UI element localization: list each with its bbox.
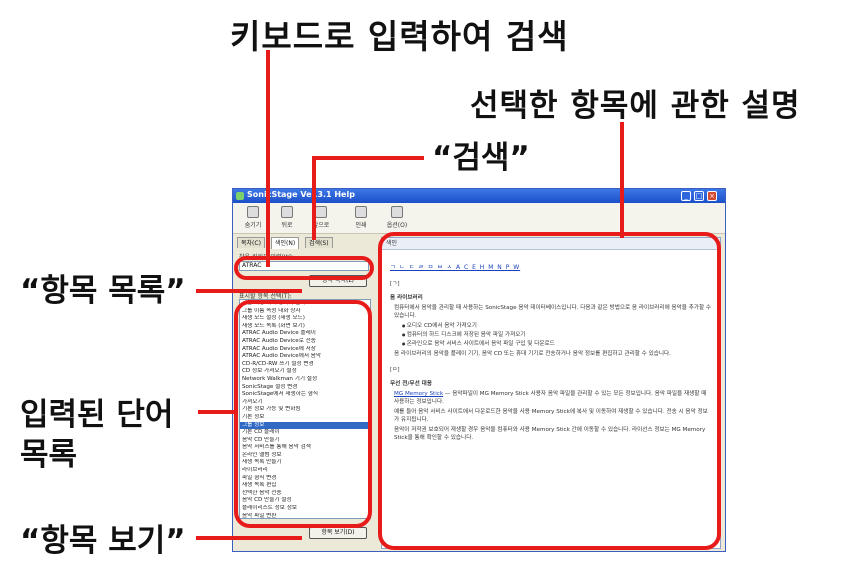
close-button[interactable]: × <box>707 191 717 201</box>
print-button[interactable]: 인쇄 <box>347 206 375 229</box>
caption-item-description: 선택한 항목에 관한 설명 <box>470 88 801 124</box>
back-label: 뒤로 <box>281 222 293 229</box>
tab-contents[interactable]: 목차(C) <box>237 237 265 248</box>
callout-box-topic-pane <box>378 232 721 550</box>
caption-view-item: “항목 보기” <box>20 523 186 559</box>
options-label: 옵션(O) <box>386 222 408 229</box>
callout-box-keyword-input <box>234 256 374 280</box>
caption-item-list: “항목 목록” <box>20 273 186 309</box>
maximize-button[interactable]: □ <box>694 191 704 201</box>
options-icon <box>391 206 403 218</box>
print-icon <box>355 206 367 218</box>
callout-line-search-v <box>312 156 316 240</box>
caption-search-by-keyboard: 키보드로 입력하여 검색 <box>230 17 569 56</box>
toolbar: 숨기기 뒤로 앞으로 인쇄 옵션(O) <box>233 203 725 234</box>
title-bar[interactable]: SonicStage Ver.3.1 Help _ □ × <box>233 189 725 203</box>
callout-line-word-list <box>198 410 236 414</box>
tab-index[interactable]: 색인(N) <box>271 237 300 249</box>
hide-button[interactable]: 숨기기 <box>239 206 267 229</box>
print-label: 인쇄 <box>355 222 367 229</box>
app-icon <box>236 192 244 200</box>
callout-line-keyboard <box>266 50 270 267</box>
forward-icon <box>315 206 327 218</box>
callout-box-word-list <box>234 300 372 528</box>
back-icon <box>281 206 293 218</box>
callout-line-item-list <box>196 289 302 293</box>
callout-line-search-h <box>312 156 424 160</box>
tab-search[interactable]: 검색(S) <box>305 237 333 248</box>
minimize-button[interactable]: _ <box>681 191 691 201</box>
callout-line-view-item <box>196 536 302 540</box>
view-item-button[interactable]: 항목 보기(D) <box>309 527 367 539</box>
callout-line-description <box>620 122 624 238</box>
options-button[interactable]: 옵션(O) <box>383 206 411 229</box>
caption-entered-words-list: 입력된 단어 목록 <box>20 397 174 473</box>
nav-tabs: 목차(C) 색인(N) 검색(S) <box>237 237 375 249</box>
hide-icon <box>247 206 259 218</box>
hide-label: 숨기기 <box>244 222 262 229</box>
caption-search: “검색” <box>432 140 530 176</box>
window-title: SonicStage Ver.3.1 Help <box>247 190 355 199</box>
back-button[interactable]: 뒤로 <box>273 206 301 229</box>
